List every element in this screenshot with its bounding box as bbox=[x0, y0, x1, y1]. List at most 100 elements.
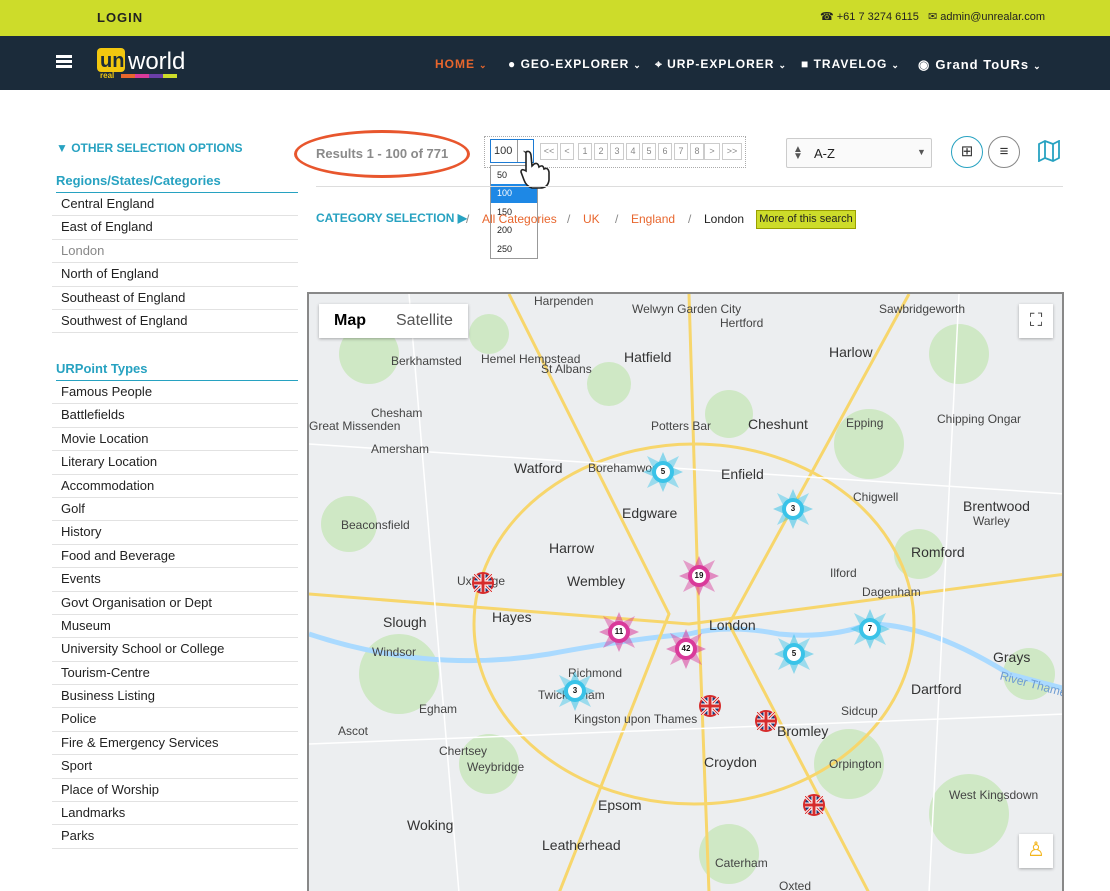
urpoint-type-item[interactable]: Govt Organisation or Dept bbox=[52, 592, 298, 615]
uk-flag-marker-icon[interactable] bbox=[803, 794, 825, 816]
map[interactable]: Map Satellite ⛶ ♙ Harpenden Welwyn Garden… bbox=[307, 292, 1064, 891]
list-view-icon[interactable]: ≡ bbox=[988, 136, 1020, 168]
map-place-label: Slough bbox=[383, 614, 427, 630]
cluster-count: 5 bbox=[656, 465, 670, 479]
page-link[interactable]: 2 bbox=[594, 143, 608, 160]
map-type-satellite[interactable]: Satellite bbox=[381, 304, 468, 338]
breadcrumb-all-categories[interactable]: All Categories bbox=[482, 212, 557, 226]
results-count: Results 1 - 100 of 771 bbox=[316, 146, 449, 161]
map-cluster-marker[interactable]: 7 bbox=[850, 609, 890, 649]
map-place-label: Berkhamsted bbox=[391, 354, 462, 368]
page-link[interactable]: 4 bbox=[626, 143, 640, 160]
email-contact[interactable]: ✉ admin@unrealar.com bbox=[928, 10, 1045, 23]
map-place-label: Chesham bbox=[371, 406, 423, 420]
caret-down-icon: ▼ bbox=[917, 147, 926, 157]
nav-urp-explorer[interactable]: ⌖ URP-EXPLORER ⌄ bbox=[655, 57, 787, 72]
page-link[interactable]: 1 bbox=[578, 143, 592, 160]
urpoint-type-item[interactable]: Business Listing bbox=[52, 685, 298, 709]
urpoint-type-item[interactable]: Police bbox=[52, 708, 298, 732]
urpoint-type-item[interactable]: Food and Beverage bbox=[52, 545, 298, 569]
map-place-label: Woking bbox=[407, 817, 454, 833]
map-place-label: Dagenham bbox=[862, 585, 921, 599]
per-page-option[interactable]: 250 bbox=[491, 240, 537, 258]
login-link[interactable]: LOGIN bbox=[97, 10, 143, 25]
region-item[interactable]: Southeast of England bbox=[52, 287, 298, 310]
map-cluster-marker[interactable]: 11 bbox=[599, 612, 639, 652]
map-type-map[interactable]: Map bbox=[319, 304, 381, 338]
map-place-label: Epsom bbox=[598, 797, 642, 813]
urpoint-type-item[interactable]: University School or College bbox=[52, 638, 298, 662]
map-cluster-marker[interactable]: 42 bbox=[666, 629, 706, 669]
map-cluster-marker[interactable]: 19 bbox=[679, 556, 719, 596]
region-item[interactable]: East of England bbox=[52, 216, 298, 240]
map-cluster-marker[interactable]: 3 bbox=[773, 489, 813, 529]
page-link[interactable]: > bbox=[704, 143, 720, 160]
urpoint-type-item[interactable]: Place of Worship bbox=[52, 779, 298, 803]
page-link[interactable]: 5 bbox=[642, 143, 656, 160]
urpoint-type-item[interactable]: Famous People bbox=[52, 381, 298, 405]
fullscreen-icon[interactable]: ⛶ bbox=[1019, 304, 1053, 338]
uk-flag-marker-icon[interactable] bbox=[472, 572, 494, 594]
top-bar: LOGIN ☎ +61 7 3274 6115 ✉ admin@unrealar… bbox=[0, 0, 1110, 36]
nav-travelog[interactable]: ■ TRAVELOG ⌄ bbox=[801, 57, 900, 71]
page-link[interactable]: 3 bbox=[610, 143, 624, 160]
map-place-label: West Kingsdown bbox=[949, 788, 1039, 802]
grid-view-icon[interactable]: ⊞ bbox=[951, 136, 983, 168]
region-item[interactable]: Central England bbox=[52, 193, 298, 217]
page-link[interactable]: >> bbox=[722, 143, 742, 160]
urpoint-type-item[interactable]: History bbox=[52, 521, 298, 545]
cluster-count: 7 bbox=[863, 622, 877, 636]
map-place-label: Dartford bbox=[911, 681, 962, 697]
urpoint-type-item[interactable]: Accommodation bbox=[52, 475, 298, 498]
map-place-label: Harrow bbox=[549, 540, 595, 556]
hamburger-menu-icon[interactable] bbox=[56, 55, 72, 69]
urpoint-type-item[interactable]: Tourism-Centre bbox=[52, 662, 298, 686]
urpoint-type-item[interactable]: Events bbox=[52, 568, 298, 592]
pegman-icon[interactable]: ♙ bbox=[1019, 834, 1053, 868]
map-view-icon[interactable] bbox=[1038, 139, 1060, 168]
map-place-label: Croydon bbox=[704, 754, 757, 770]
breadcrumb-england[interactable]: England bbox=[631, 212, 675, 226]
more-of-this-search-button[interactable]: More of this search bbox=[756, 210, 856, 229]
regions-list: Central England East of England London Nort… bbox=[52, 193, 298, 334]
urpoint-type-item[interactable]: Museum bbox=[52, 615, 298, 639]
page-link[interactable]: 6 bbox=[658, 143, 672, 160]
page-link[interactable]: < bbox=[560, 143, 574, 160]
map-place-label: Warley bbox=[973, 514, 1010, 528]
map-place-label: Hertford bbox=[720, 316, 764, 330]
logo[interactable]: un world real bbox=[97, 46, 193, 80]
map-place-label: Sawbridgeworth bbox=[879, 302, 966, 316]
map-cluster-marker[interactable]: 3 bbox=[555, 671, 595, 711]
page-link[interactable]: 7 bbox=[674, 143, 688, 160]
breadcrumb-separator: / bbox=[688, 212, 692, 226]
page-link[interactable]: 8 bbox=[690, 143, 704, 160]
urpoint-type-item[interactable]: Fire & Emergency Services bbox=[52, 732, 298, 756]
region-item[interactable]: North of England bbox=[52, 263, 298, 287]
map-place-label: Romford bbox=[911, 544, 965, 560]
nav-grand-tours[interactable]: ◉ Grand ToURs ⌄ bbox=[918, 57, 1042, 73]
breadcrumb-separator: / bbox=[615, 212, 619, 226]
map-cluster-marker[interactable]: 5 bbox=[643, 452, 683, 492]
urpoint-type-item[interactable]: Battlefields bbox=[52, 404, 298, 428]
urpoint-type-item[interactable]: Golf bbox=[52, 498, 298, 522]
urpoint-type-item[interactable]: Sport bbox=[52, 755, 298, 779]
nav-home[interactable]: HOME ⌄ bbox=[435, 57, 488, 71]
region-item[interactable]: Southwest of England bbox=[52, 310, 298, 334]
map-place-label: Potters Bar bbox=[651, 419, 712, 433]
urpoint-type-item[interactable]: Parks bbox=[52, 825, 298, 849]
uk-flag-marker-icon[interactable] bbox=[699, 695, 721, 717]
map-cluster-marker[interactable]: 5 bbox=[774, 634, 814, 674]
urpoint-type-item[interactable]: Landmarks bbox=[52, 802, 298, 826]
breadcrumb-uk[interactable]: UK bbox=[583, 212, 600, 226]
category-selection-label: CATEGORY SELECTION ▶ bbox=[316, 211, 468, 225]
nav-geo-explorer[interactable]: ● GEO-EXPLORER ⌄ bbox=[508, 57, 642, 71]
other-selection-options-toggle[interactable]: ▼ OTHER SELECTION OPTIONS bbox=[56, 141, 243, 155]
urpoint-type-item[interactable]: Literary Location bbox=[52, 451, 298, 475]
map-place-label: Cheshunt bbox=[748, 416, 808, 432]
sort-select[interactable]: ▲ ▼ A-Z ▼ bbox=[786, 138, 932, 168]
uk-flag-marker-icon[interactable] bbox=[755, 710, 777, 732]
map-place-label: Harpenden bbox=[534, 294, 594, 308]
region-item[interactable]: London bbox=[52, 240, 298, 264]
map-place-label: Weybridge bbox=[467, 760, 525, 774]
urpoint-type-item[interactable]: Movie Location bbox=[52, 428, 298, 452]
